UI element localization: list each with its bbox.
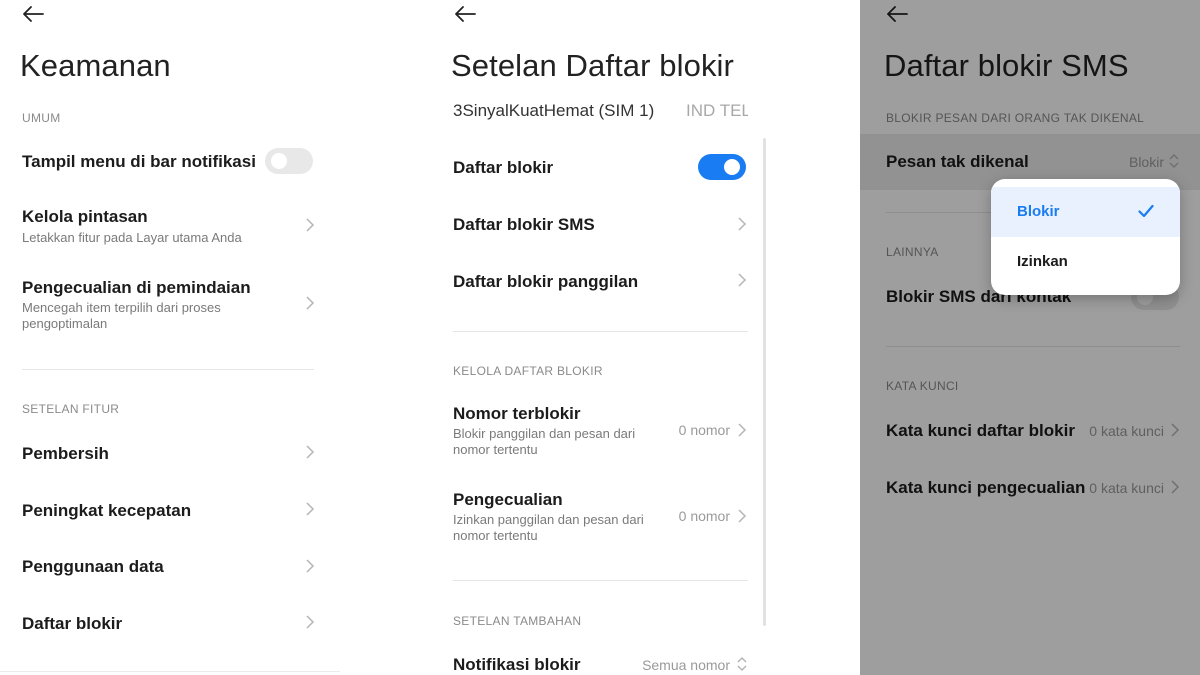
divider — [22, 369, 314, 370]
exceptions-subtitle: Izinkan panggilan dan pesan dari nomor t… — [453, 512, 644, 543]
chevron-right-icon — [305, 444, 315, 460]
chevron-right-icon — [305, 614, 315, 630]
chevron-right-icon — [737, 272, 747, 288]
chevron-right-icon — [305, 501, 315, 517]
block-notif-value: Semua nomor — [642, 657, 730, 673]
notif-menu-toggle[interactable] — [265, 148, 313, 174]
menu-item-data-usage[interactable]: Penggunaan data — [22, 557, 164, 577]
scan-exceptions-subtitle: Mencegah item terpilih dari proses pengo… — [22, 300, 221, 331]
blocked-numbers-subtitle: Blokir panggilan dan pesan dari nomor te… — [453, 426, 636, 457]
dropdown-option-label: Blokir — [1017, 203, 1060, 220]
notif-menu-label: Tampil menu di bar notifikasi — [22, 152, 256, 171]
back-arrow-icon[interactable] — [454, 4, 478, 24]
scrollbar[interactable] — [763, 138, 766, 626]
sim-tab-2[interactable]: IND TEL — [686, 101, 748, 121]
page-title: Setelan Daftar blokir — [451, 48, 734, 83]
menu-item-blocklist[interactable]: Daftar blokir — [22, 614, 122, 634]
dropdown-option-label: Izinkan — [1017, 253, 1068, 270]
section-header-extra: SETELAN TAMBAHAN — [453, 614, 582, 628]
blocklist-toggle[interactable] — [698, 154, 746, 180]
divider — [453, 331, 748, 332]
dropdown-option-izinkan[interactable]: Izinkan — [991, 237, 1180, 287]
blocked-numbers-count: 0 nomor — [678, 422, 730, 438]
sim-tab-1[interactable]: 3SinyalKuatHemat (SIM 1) — [453, 101, 654, 121]
exceptions-count: 0 nomor — [678, 508, 730, 524]
shortcuts-subtitle: Letakkan fitur pada Layar utama Anda — [22, 230, 242, 245]
menu-item-cleaner[interactable]: Pembersih — [22, 444, 109, 464]
dropdown-option-blokir[interactable]: Blokir — [991, 187, 1180, 237]
modal-dim-overlay[interactable] — [860, 0, 1200, 675]
blocklist-settings-screen: Setelan Daftar blokir 3SinyalKuatHemat (… — [432, 0, 772, 675]
checkmark-icon — [1138, 204, 1154, 218]
section-header-fitur: SETELAN FITUR — [22, 402, 120, 416]
chevron-right-icon — [737, 508, 747, 524]
exceptions-title[interactable]: Pengecualian — [453, 490, 563, 510]
blocklist-toggle-label: Daftar blokir — [453, 158, 554, 177]
chevron-right-icon — [305, 217, 315, 233]
chevron-right-icon — [305, 558, 315, 574]
dropdown-popup: Blokir Izinkan — [991, 179, 1180, 295]
menu-item-booster[interactable]: Peningkat kecepatan — [22, 501, 191, 521]
bottom-divider — [0, 671, 340, 672]
chevron-right-icon — [737, 422, 747, 438]
chevron-right-icon — [305, 295, 315, 311]
scan-exceptions-title[interactable]: Pengecualian di pemindaian — [22, 278, 251, 298]
shortcuts-title[interactable]: Kelola pintasan — [22, 207, 148, 227]
toggle-knob — [271, 153, 287, 169]
block-notif-title[interactable]: Notifikasi blokir — [453, 655, 581, 675]
sms-blocklist-item[interactable]: Daftar blokir SMS — [453, 215, 595, 235]
blocked-numbers-title[interactable]: Nomor terblokir — [453, 404, 581, 424]
chevron-right-icon — [737, 216, 747, 232]
section-header-manage: KELOLA DAFTAR BLOKIR — [453, 364, 603, 378]
keamanan-screen: Keamanan UMUM Tampil menu di bar notifik… — [0, 0, 340, 675]
page-title: Keamanan — [20, 48, 171, 83]
back-arrow-icon[interactable] — [22, 4, 46, 24]
call-blocklist-item[interactable]: Daftar blokir panggilan — [453, 272, 638, 292]
chevron-up-down-icon — [736, 656, 748, 672]
section-header-umum: UMUM — [22, 111, 61, 125]
toggle-knob — [724, 159, 740, 175]
divider — [453, 580, 748, 581]
